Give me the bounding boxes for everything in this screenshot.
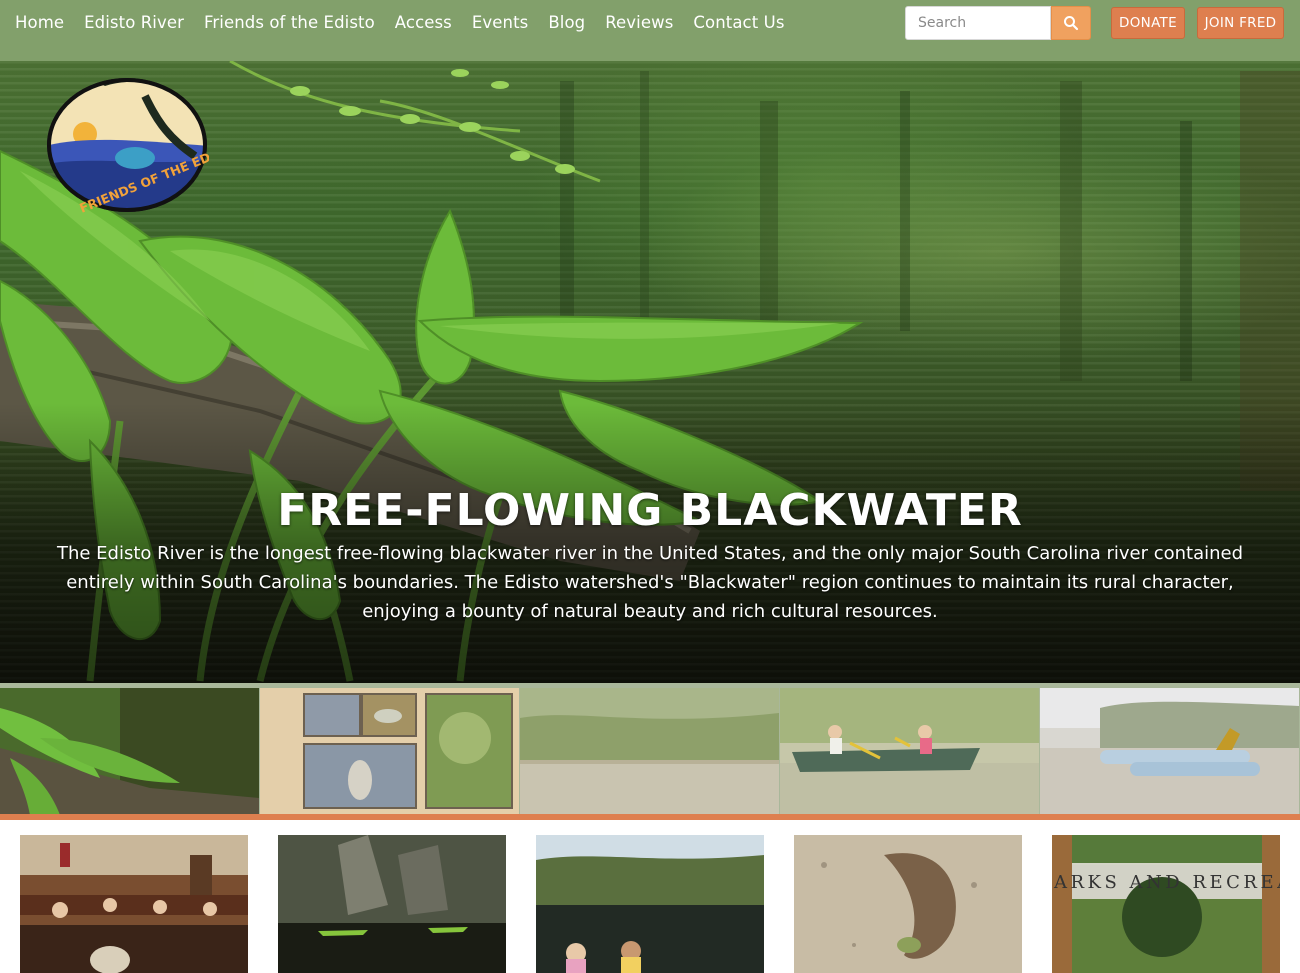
thumb-river-view[interactable]	[520, 688, 779, 815]
search-input[interactable]	[905, 6, 1051, 40]
parks-banner-text: ARKS AND RECREA	[1053, 872, 1280, 893]
nav-friends-of-the-edisto[interactable]: Friends of the Edisto	[194, 13, 385, 32]
hero-description: The Edisto River is the longest free-flo…	[56, 543, 1244, 622]
nav-home[interactable]: Home	[5, 13, 74, 32]
search-button[interactable]	[1051, 6, 1091, 40]
card-parks-and-recreation[interactable]: ARKS AND RECREA	[1052, 835, 1280, 973]
thumb-wildlife-collage[interactable]	[260, 688, 519, 815]
donate-button[interactable]: DONATE	[1111, 7, 1185, 39]
nav-reviews[interactable]: Reviews	[595, 13, 683, 32]
card-statehouse[interactable]	[20, 835, 248, 973]
slider-thumbnails	[0, 683, 1300, 820]
nav-access[interactable]: Access	[385, 13, 462, 32]
thumb-arrowhead-plants[interactable]	[0, 688, 259, 815]
thumb-pipeline-construction[interactable]	[1040, 688, 1299, 815]
search-icon	[1064, 16, 1079, 31]
nav-events[interactable]: Events	[462, 13, 538, 32]
main-menu: Home Edisto River Friends of the Edisto …	[5, 0, 795, 44]
hero-banner: FRIENDS OF THE EDISTO FREE-FLOWING BLACK…	[0, 61, 1300, 683]
friends-of-the-edisto-logo[interactable]: FRIENDS OF THE EDISTO	[45, 76, 209, 214]
nav-contact-us[interactable]: Contact Us	[683, 13, 794, 32]
card-river-trees[interactable]	[536, 835, 764, 973]
strip-divider	[0, 814, 1300, 820]
card-pottery-frog[interactable]	[794, 835, 1022, 973]
card-kayak-cliffs[interactable]	[278, 835, 506, 973]
hero-title: FREE-FLOWING BLACKWATER	[277, 485, 1023, 536]
search-form	[905, 6, 1091, 40]
nav-edisto-river[interactable]: Edisto River	[74, 13, 194, 32]
join-fred-button[interactable]: JOIN FRED	[1197, 7, 1284, 39]
thumb-canoe-paddlers[interactable]	[780, 688, 1039, 815]
nav-blog[interactable]: Blog	[538, 13, 595, 32]
top-navbar: Home Edisto River Friends of the Edisto …	[0, 0, 1300, 61]
